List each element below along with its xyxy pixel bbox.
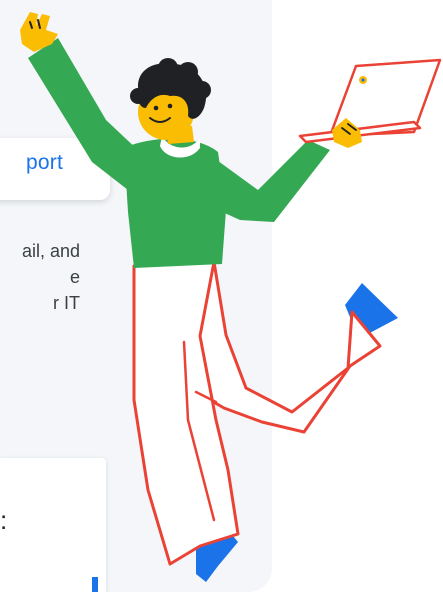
- torso: [124, 138, 226, 268]
- left-arm: [28, 38, 140, 190]
- right-arm: [214, 140, 330, 222]
- right-leg: [194, 260, 382, 434]
- person-jumping-with-laptop-illustration: [20, 12, 442, 582]
